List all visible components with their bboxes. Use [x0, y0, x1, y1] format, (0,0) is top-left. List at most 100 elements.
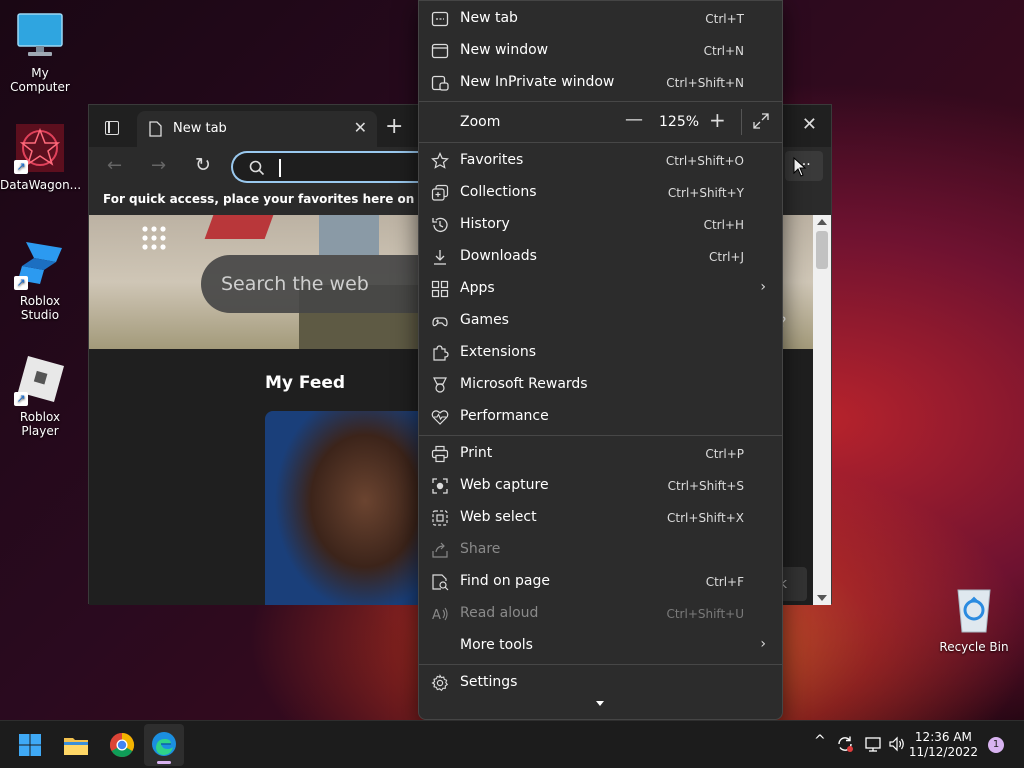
desktop-icon-label: DataWagon...: [0, 178, 82, 192]
scroll-up-arrow-icon[interactable]: [817, 219, 827, 225]
menu-item-web-select[interactable]: Web select Ctrl+Shift+X: [419, 502, 782, 534]
address-bar[interactable]: [231, 151, 431, 183]
menu-item-share: Share: [419, 534, 782, 566]
zoom-out-button[interactable]: —: [625, 109, 643, 130]
menu-item-downloads[interactable]: Downloads Ctrl+J: [419, 241, 782, 273]
page-scrollbar[interactable]: [813, 215, 831, 605]
edge-taskbar-button[interactable]: [144, 724, 184, 766]
menu-item-web-capture[interactable]: Web capture Ctrl+Shift+S: [419, 470, 782, 502]
menu-item-performance[interactable]: Performance: [419, 401, 782, 433]
printer-icon: [431, 445, 449, 463]
apps-grid-icon: [431, 280, 449, 298]
monitor-icon: [14, 10, 66, 62]
clock-date: 11/12/2022: [908, 745, 978, 759]
desktop-icon-recycle-bin[interactable]: Recycle Bin: [934, 584, 1014, 654]
recycle-bin-icon: [948, 584, 1000, 636]
app-launcher-icon[interactable]: [141, 225, 167, 251]
collections-icon: [431, 184, 449, 201]
menu-item-collections[interactable]: Collections Ctrl+Shift+Y: [419, 177, 782, 209]
shortcut-arrow-icon: ↗: [14, 276, 28, 290]
desktop-icon-label: Roblox Studio: [19, 294, 61, 322]
share-icon: [432, 542, 448, 558]
menu-item-find-on-page[interactable]: Find on page Ctrl+F: [419, 566, 782, 598]
menu-item-new-inprivate-window[interactable]: New InPrivate window Ctrl+Shift+N: [419, 67, 782, 99]
scrollbar-thumb[interactable]: [816, 231, 828, 269]
desktop-icon-datawagon[interactable]: ↗ DataWagon...: [0, 122, 82, 192]
menu-item-extensions[interactable]: Extensions: [419, 337, 782, 369]
chevron-up-icon[interactable]: ^: [814, 733, 826, 749]
desktop-icon-roblox-player[interactable]: ↗ Roblox Player: [0, 354, 80, 438]
find-on-page-icon: [432, 574, 449, 591]
volume-icon[interactable]: [888, 735, 906, 753]
web-capture-icon: [432, 478, 448, 494]
rewards-medal-icon: [433, 377, 447, 393]
tab-new-tab[interactable]: New tab ✕: [137, 111, 377, 147]
read-aloud-icon: A: [432, 607, 448, 623]
chevron-right-icon: ›: [760, 636, 766, 652]
start-windows-icon[interactable]: [18, 733, 42, 757]
close-tab-icon[interactable]: ✕: [354, 118, 367, 137]
menu-item-settings[interactable]: Settings: [419, 667, 782, 699]
forward-arrow-icon[interactable]: →: [151, 155, 166, 176]
menu-item-more-tools[interactable]: More tools ›: [419, 630, 782, 662]
active-app-indicator: [157, 761, 171, 764]
menu-separator: [419, 664, 782, 665]
new-tab-plus-icon[interactable]: +: [385, 114, 403, 139]
history-icon: [432, 217, 448, 233]
chevron-right-icon: ›: [760, 279, 766, 295]
new-tab-icon: [431, 11, 449, 27]
sync-icon[interactable]: [836, 735, 854, 753]
notification-badge[interactable]: 1: [988, 737, 1004, 753]
desktop-icon-my-computer[interactable]: My Computer: [0, 10, 80, 94]
web-select-icon: [432, 510, 448, 526]
shortcut-arrow-icon: ↗: [14, 392, 28, 406]
menu-item-print[interactable]: Print Ctrl+P: [419, 438, 782, 470]
mouse-cursor-icon: [793, 157, 807, 177]
fullscreen-expand-icon[interactable]: [753, 113, 769, 129]
games-controller-icon: [432, 317, 448, 327]
menu-item-games[interactable]: Games: [419, 305, 782, 337]
chrome-icon[interactable]: [108, 731, 136, 759]
edge-icon: [152, 732, 176, 756]
menu-scroll-down-icon[interactable]: [596, 701, 604, 706]
desktop-icon-label: Roblox Player: [19, 410, 61, 438]
star-icon: [431, 152, 449, 169]
taskbar: ^ 12:36 AM 11/12/2022 1: [0, 720, 1024, 768]
zoom-label: Zoom: [460, 114, 501, 130]
menu-item-zoom: Zoom — 125% +: [419, 105, 782, 139]
inprivate-icon: [431, 75, 449, 91]
menu-item-read-aloud: A Read aloud Ctrl+Shift+U: [432, 605, 744, 623]
system-clock[interactable]: 12:36 AM 11/12/2022: [909, 730, 978, 760]
menu-item-history[interactable]: History Ctrl+H: [419, 209, 782, 241]
tab-actions-icon[interactable]: [105, 121, 119, 135]
tab-title: New tab: [173, 121, 227, 136]
shortcut-arrow-icon: ↗: [14, 160, 28, 174]
menu-separator: [419, 101, 782, 102]
refresh-icon[interactable]: ↻: [195, 154, 211, 176]
download-icon: [434, 250, 446, 265]
feed-card-image[interactable]: [265, 411, 425, 605]
scroll-down-arrow-icon[interactable]: [817, 595, 827, 601]
heart-pulse-icon: [431, 410, 449, 425]
gear-icon: [431, 674, 449, 692]
menu-item-apps[interactable]: Apps ›: [419, 273, 782, 305]
search-icon: [249, 160, 265, 176]
desktop-icon-roblox-studio[interactable]: ↗ Roblox Studio: [0, 238, 80, 322]
desktop-icon-label: My Computer: [10, 66, 70, 94]
back-arrow-icon[interactable]: ←: [107, 155, 122, 176]
feed-title: My Feed: [265, 373, 346, 393]
zoom-divider: [741, 109, 742, 135]
menu-item-new-window[interactable]: New window Ctrl+N: [419, 35, 782, 67]
menu-item-favorites[interactable]: Favorites Ctrl+Shift+O: [419, 145, 782, 177]
menu-item-microsoft-rewards[interactable]: Microsoft Rewards: [419, 369, 782, 401]
network-icon[interactable]: [864, 735, 882, 753]
text-cursor: [279, 159, 281, 177]
window-close-icon[interactable]: ✕: [802, 114, 817, 135]
page-icon: [149, 121, 162, 137]
puzzle-extensions-icon: [433, 345, 449, 361]
zoom-in-button[interactable]: +: [709, 108, 726, 132]
file-explorer-icon[interactable]: [62, 731, 90, 759]
menu-separator: [419, 435, 782, 436]
menu-item-new-tab[interactable]: New tab Ctrl+T: [419, 3, 782, 35]
roblox-player-icon: ↗: [14, 354, 66, 406]
